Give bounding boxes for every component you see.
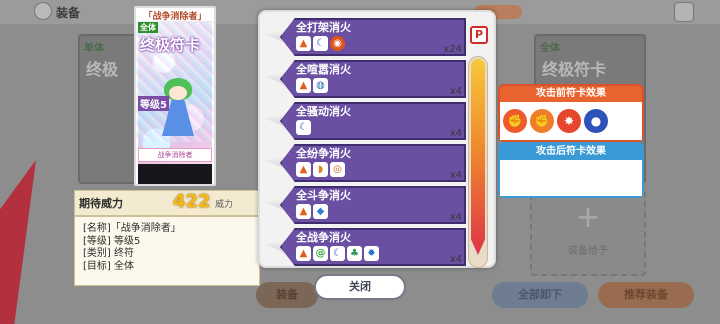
spell-count: x4: [449, 128, 462, 139]
flame-icon: ▲: [296, 36, 311, 51]
swirl-icon: @: [313, 246, 328, 261]
spell-row[interactable]: 全喧嚣消火 ▲ ◍ x4: [266, 60, 466, 98]
target-icon: ◎: [330, 162, 345, 177]
spell-count: x24: [443, 44, 462, 55]
globe-icon: ◍: [313, 78, 328, 93]
diamond-icon: ◆: [313, 204, 328, 219]
burst-icon: ✸: [557, 109, 581, 133]
spell-row[interactable]: 全纷争消火 ▲ ◗ ◎ x4: [266, 144, 466, 182]
post-attack-effects: 攻击后符卡效果: [498, 142, 644, 198]
spell-name: 全纷争消火: [296, 147, 351, 160]
card-footer: [138, 164, 212, 184]
flame-icon: ▲: [296, 204, 311, 219]
spell-list-panel: 全打架消火 ▲ ☾ ◉ x24 全喧嚣消火 ▲ ◍ x4 全骚动消火 ☾ x4 全纷争消火 ▲ ◗ ◎ x4 全斗…: [258, 10, 496, 268]
expected-power-label: 期待威力: [79, 197, 123, 210]
expected-power-value: 422: [173, 191, 211, 212]
unload-all-button[interactable]: 全部卸下: [492, 282, 588, 308]
spell-count: x4: [449, 170, 462, 181]
spell-card: 「战争消除者」 全体 终极符卡 等级5 战争消除者: [134, 6, 216, 186]
pre-attack-icons: ✊ ✊ ✸ ●: [500, 102, 642, 140]
spell-icons: ▲ ◗ ◎: [296, 162, 345, 178]
bg-card-tag: 全体: [540, 43, 560, 54]
info-name: [名称]「战争消除者」: [83, 223, 181, 234]
spell-name: 全打架消火: [296, 21, 351, 34]
flame-icon: ▲: [296, 246, 311, 261]
spell-row[interactable]: 全骚动消火 ☾ x4: [266, 102, 466, 140]
flame-icon: ▲: [296, 78, 311, 93]
card-name-strip: 战争消除者: [138, 148, 212, 162]
moon-icon: ☾: [313, 36, 328, 51]
decor-red-shape: [0, 160, 36, 324]
fist-icon: ✊: [530, 109, 554, 133]
moon-icon: ☾: [296, 120, 311, 135]
bg-card-text: 终极符卡: [542, 60, 607, 79]
expected-power-box: 期待威力 422 威力: [74, 190, 260, 216]
spell-row[interactable]: 全打架消火 ▲ ☾ ◉ x24: [266, 18, 466, 56]
equip-slot[interactable]: + 装备给予: [530, 190, 646, 276]
spell-name: 全骚动消火: [296, 105, 351, 118]
moon-icon: ☾: [330, 246, 345, 261]
back-button[interactable]: [34, 2, 52, 20]
scrollbar[interactable]: [468, 56, 488, 268]
post-attack-title: 攻击后符卡效果: [536, 146, 606, 157]
power-badge[interactable]: P: [470, 26, 488, 44]
info-category: [类别] 终符: [83, 248, 134, 259]
coin-icon: ◉: [330, 36, 345, 51]
star-icon: ✹: [364, 246, 379, 261]
expected-power-unit: 威力: [215, 200, 234, 210]
card-info-box: [名称]「战争消除者」 [等级] 等级5 [类别] 终符 [目标] 全体: [74, 216, 260, 286]
spell-row[interactable]: 全斗争消火 ▲ ◆ x4: [266, 186, 466, 224]
plus-icon: +: [575, 200, 601, 235]
orb-icon: ●: [584, 109, 608, 133]
spell-name: 全斗争消火: [296, 189, 351, 202]
spell-icons: ▲ ◆: [296, 204, 328, 220]
shield-icon: ◗: [313, 162, 328, 177]
spell-count: x4: [449, 86, 462, 97]
post-attack-icons: [500, 160, 642, 196]
fist-icon: ✊: [503, 109, 527, 133]
flame-icon: ▲: [296, 162, 311, 177]
spell-icons: ▲ ☾ ◉: [296, 36, 345, 52]
pre-attack-effects: 攻击前符卡效果 ✊ ✊ ✸ ●: [498, 84, 644, 142]
pre-attack-title: 攻击前符卡效果: [536, 88, 606, 99]
card-scope-badge: 全体: [138, 22, 158, 33]
spell-name: 全战争消火: [296, 231, 351, 244]
spell-row[interactable]: 全战争消火 ▲ @ ☾ ♣ ✹ x4: [266, 228, 466, 266]
spell-icons: ☾: [296, 120, 311, 136]
recommend-button[interactable]: 推荐装备: [598, 282, 694, 308]
spell-name: 全喧嚣消火: [296, 63, 351, 76]
equip-button[interactable]: 装备: [256, 282, 318, 308]
card-level: 等级5: [138, 96, 169, 111]
card-title: 终极符卡: [140, 36, 201, 54]
spell-icons: ▲ ◍: [296, 78, 328, 94]
info-level: [等级] 等级5: [83, 235, 141, 247]
close-button[interactable]: 关闭: [314, 274, 406, 300]
spell-icons: ▲ @ ☾ ♣ ✹: [296, 246, 379, 262]
equip-slot-label: 装备给予: [568, 246, 608, 257]
leaf-icon: ♣: [347, 246, 362, 261]
info-target: [目标] 全体: [83, 260, 134, 272]
spell-count: x4: [449, 212, 462, 223]
scrollbar-thumb[interactable]: [471, 59, 485, 255]
card-detail-panel: 「战争消除者」 全体 终极符卡 等级5 战争消除者 期待威力 422 威力 [名…: [74, 6, 260, 286]
home-button[interactable]: [674, 2, 694, 22]
spell-count: x4: [449, 254, 462, 265]
